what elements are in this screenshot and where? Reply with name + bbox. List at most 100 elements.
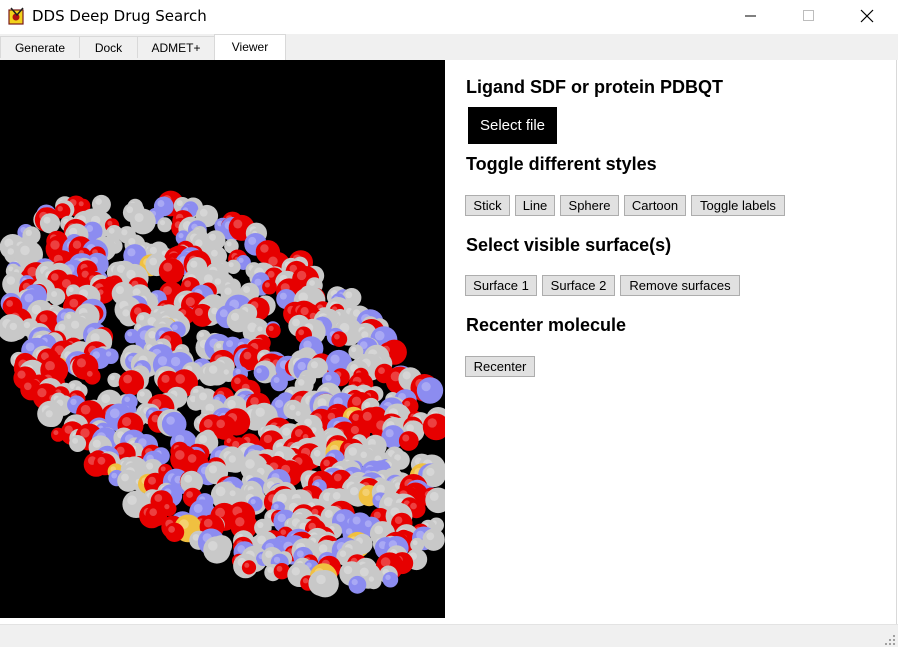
surface-atom-highlight	[215, 486, 226, 497]
surface-atom-highlight	[149, 257, 158, 266]
surface-atom-highlight	[426, 467, 435, 477]
surface-atom-highlight	[230, 312, 240, 321]
surface-atom-highlight	[310, 361, 318, 369]
surface-atom	[69, 435, 87, 452]
line-button[interactable]: Line	[515, 195, 555, 216]
select-file-button[interactable]: Select file	[468, 107, 557, 144]
surface-atom-highlight	[410, 502, 417, 510]
surface-atom	[42, 406, 63, 427]
surface-atom-highlight	[300, 307, 309, 316]
surface-atom-highlight	[345, 291, 353, 299]
surface-atom-highlight	[175, 374, 185, 384]
surface-atom-highlight	[199, 208, 208, 217]
surface-atom	[331, 331, 348, 347]
surface-atom-highlight	[50, 240, 60, 250]
surface-atom-highlight	[216, 419, 225, 429]
surface-atom-highlight	[282, 427, 291, 436]
surface-atom-highlight	[351, 346, 357, 353]
surface-atom	[203, 536, 231, 564]
surface-atom-highlight	[126, 269, 136, 280]
surface-atom	[164, 522, 185, 542]
surface-atom	[416, 377, 444, 404]
surface-atom-highlight	[170, 356, 181, 367]
surface-atom-highlight	[194, 308, 203, 316]
surface-atom-highlight	[115, 286, 124, 295]
surface-atom-highlight	[92, 439, 101, 448]
surface-atom-highlight	[296, 270, 307, 281]
surface-atom	[382, 571, 399, 588]
surface-atom-highlight	[72, 240, 82, 249]
tab-viewer[interactable]: Viewer	[214, 34, 286, 60]
surface-atom-highlight	[245, 459, 255, 469]
surface-atom-highlight	[332, 492, 341, 500]
close-button[interactable]	[838, 0, 896, 32]
surface-atom-highlight	[248, 236, 257, 245]
surface-atom-highlight	[316, 574, 326, 585]
stick-button[interactable]: Stick	[465, 195, 510, 216]
surface-atom-highlight	[203, 419, 213, 428]
surface-atom-highlight	[385, 574, 391, 580]
surface-atom-highlight	[95, 198, 102, 205]
surface-atom-highlight	[68, 286, 74, 293]
surface-atom-highlight	[250, 397, 259, 406]
tab-dock[interactable]: Dock	[79, 36, 138, 58]
surface-atom-highlight	[273, 503, 279, 510]
surface-atom-highlight	[45, 361, 55, 371]
surface-atom-highlight	[108, 227, 115, 234]
surface-atom-highlight	[111, 472, 118, 479]
surface-atom-highlight	[157, 356, 168, 366]
toggle-labels-button[interactable]: Toggle labels	[691, 195, 785, 216]
surface-atom-highlight	[24, 293, 34, 303]
surface-atom-highlight	[255, 407, 265, 417]
tab-admet[interactable]: ADMET+	[137, 36, 215, 58]
surface-atom-highlight	[168, 526, 176, 533]
surface-atom-highlight	[406, 424, 414, 432]
surface-atom-highlight	[166, 416, 175, 425]
recenter-button[interactable]: Recenter	[465, 356, 535, 377]
surface-atom-highlight	[148, 476, 156, 485]
surface-1-button[interactable]: Surface 1	[465, 275, 537, 296]
surface-atom-highlight	[352, 516, 361, 525]
surface-atom-highlight	[256, 368, 262, 374]
surface-atom-highlight	[164, 504, 170, 510]
surface-atom-highlight	[161, 374, 170, 383]
surface-atom-highlight	[298, 292, 309, 302]
surface-atom-highlight	[199, 392, 207, 401]
surface-atom-highlight	[69, 298, 79, 308]
surface-atom-highlight	[336, 513, 345, 522]
title-bar: DDS Deep Drug Search	[0, 0, 898, 34]
surface-atom-highlight	[228, 455, 236, 463]
protein-surface-render	[0, 190, 445, 598]
status-bar	[0, 624, 898, 647]
surface-atom-highlight	[267, 270, 275, 278]
surface-atom-highlight	[149, 508, 157, 516]
sphere-button[interactable]: Sphere	[560, 195, 619, 216]
tab-generate[interactable]: Generate	[0, 36, 80, 58]
resize-grip-icon[interactable]	[884, 633, 896, 645]
surface-atom-highlight	[127, 495, 137, 506]
surface-atom-highlight	[325, 374, 332, 381]
file-heading: Ligand SDF or protein PDBQT	[466, 77, 723, 97]
maximize-button[interactable]	[780, 0, 838, 32]
molecule-viewer[interactable]	[0, 60, 445, 618]
surface-atom-highlight	[122, 309, 130, 317]
cartoon-button[interactable]: Cartoon	[624, 195, 686, 216]
surface-atom-highlight	[267, 567, 274, 573]
surface-atom-highlight	[134, 213, 144, 223]
surface-atom-highlight	[148, 331, 156, 339]
surface-atom-highlight	[412, 540, 418, 546]
window-title: DDS Deep Drug Search	[32, 7, 207, 25]
surface-atom-highlight	[361, 331, 369, 339]
surface-atom-highlight	[291, 567, 300, 576]
surface-atom-highlight	[244, 562, 250, 568]
surface-atom	[365, 573, 382, 590]
surface-atom-highlight	[214, 278, 222, 285]
minimize-button[interactable]	[722, 0, 780, 32]
surface-2-button[interactable]: Surface 2	[542, 275, 615, 296]
surface-atom-highlight	[208, 365, 218, 374]
remove-surfaces-button[interactable]: Remove surfaces	[620, 275, 740, 296]
surface-atom-highlight	[37, 388, 47, 398]
styles-heading: Toggle different styles	[466, 154, 657, 174]
surface-atom-highlight	[318, 544, 328, 553]
surface-atom-highlight	[186, 491, 194, 498]
